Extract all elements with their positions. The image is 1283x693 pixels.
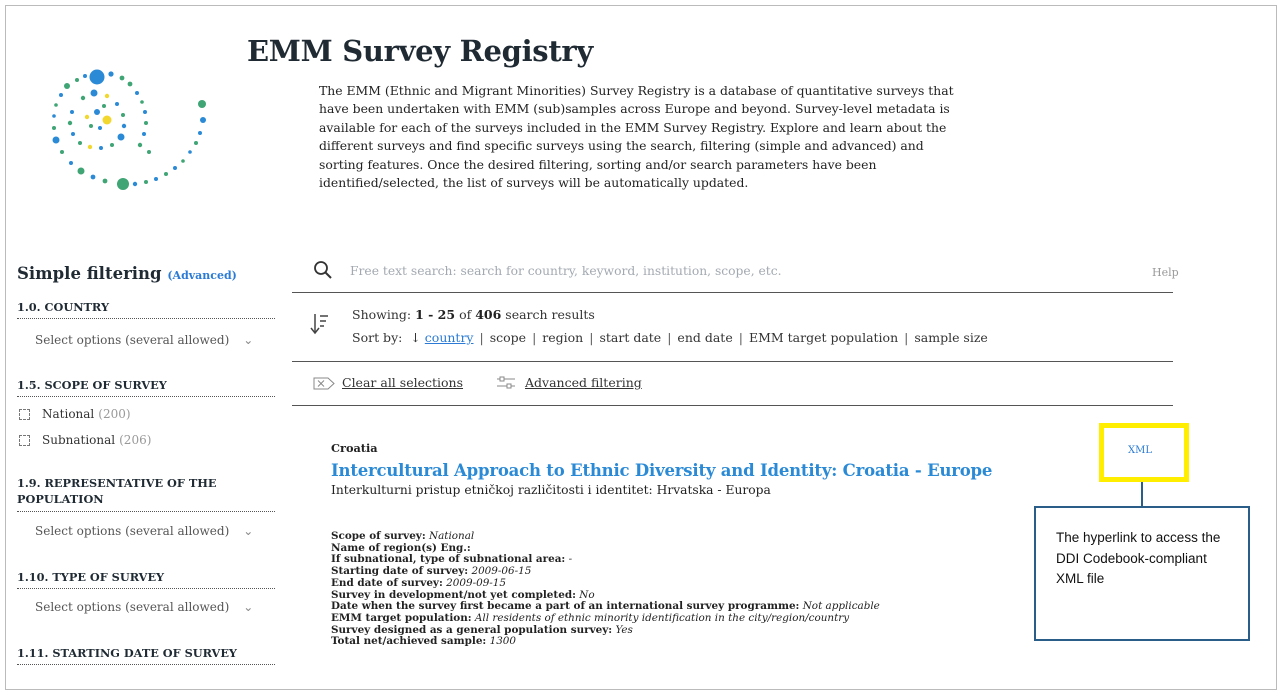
result-metadata: Scope of survey: National Name of region…: [331, 530, 880, 648]
showing-label: Showing:: [352, 307, 412, 322]
results-range: 1 - 25: [415, 307, 456, 322]
sort-country[interactable]: country: [425, 330, 474, 345]
sort-sample-size[interactable]: sample size: [914, 330, 988, 345]
simple-filtering-title: Simple filtering: [17, 264, 162, 283]
representative-select-label: Select options (several allowed): [35, 524, 230, 538]
results-total: 406: [475, 307, 502, 322]
sort-start-date[interactable]: start date: [599, 330, 661, 345]
filter-type: 1.10. TYPE OF SURVEY: [17, 570, 275, 589]
scope-filter-heading: 1.5. SCOPE OF SURVEY: [17, 378, 275, 397]
annotation-callout: The hyperlink to access the DDI Codebook…: [1034, 506, 1250, 641]
result-title-link[interactable]: Intercultural Approach to Ethnic Diversi…: [331, 461, 992, 480]
chevron-down-icon: ⌄: [243, 600, 254, 614]
search-icon[interactable]: [313, 260, 333, 280]
type-select[interactable]: Select options (several allowed) ⌄: [17, 600, 275, 614]
site-title: EMM Survey Registry: [247, 34, 593, 68]
sort-scope[interactable]: scope: [490, 330, 526, 345]
result-country: Croatia: [331, 441, 378, 455]
help-link[interactable]: Help: [1152, 266, 1179, 279]
scope-option-subnational[interactable]: Subnational (206): [17, 433, 275, 447]
divider: [292, 405, 1173, 406]
checkbox-icon[interactable]: [19, 408, 30, 420]
type-select-label: Select options (several allowed): [35, 600, 230, 614]
scope-option-label: Subnational: [42, 433, 116, 447]
sort-emm-target-population[interactable]: EMM target population: [749, 330, 898, 345]
emm-spiral-logo: [52, 69, 206, 190]
country-select-label: Select options (several allowed): [35, 333, 230, 347]
country-select[interactable]: Select options (several allowed) ⌄: [17, 333, 275, 347]
results-count: Showing: 1 - 25 of 406 search results: [352, 307, 595, 322]
start-date-filter-heading: 1.11. STARTING DATE OF SURVEY: [17, 646, 275, 665]
sort-end-date[interactable]: end date: [677, 330, 732, 345]
chevron-down-icon: ⌄: [243, 333, 254, 347]
chevron-down-icon: ⌄: [243, 524, 254, 538]
advanced-filtering-link[interactable]: Advanced filtering: [525, 375, 642, 390]
scope-option-national[interactable]: National (200): [17, 407, 275, 421]
scope-option-label: National: [42, 407, 95, 421]
meta-row: Total net/achieved sample: 1300: [331, 635, 517, 648]
arrow-down-icon: ↓: [410, 330, 421, 345]
filter-scope: 1.5. SCOPE OF SURVEY: [17, 378, 275, 397]
result-subtitle: Interkulturni pristup etničkoj različito…: [331, 483, 771, 497]
country-filter-heading: 1.0. COUNTRY: [17, 300, 275, 319]
representative-filter-heading: 1.9. REPRESENTATIVE OF THE POPULATION: [17, 475, 275, 512]
clear-all-selections-link[interactable]: Clear all selections: [342, 375, 463, 390]
divider: [292, 292, 1173, 293]
callout-connector: [1141, 482, 1143, 507]
sort-label: Sort by:: [352, 330, 403, 345]
xml-highlight-box: [1099, 423, 1189, 482]
scope-option-count: (200): [98, 407, 131, 421]
sort-icon: [310, 314, 328, 335]
search-input[interactable]: [350, 264, 1090, 278]
type-filter-heading: 1.10. TYPE OF SURVEY: [17, 570, 275, 589]
results-suffix: search results: [505, 307, 595, 322]
of-label: of: [459, 307, 472, 322]
sort-region[interactable]: region: [542, 330, 583, 345]
advanced-filter-link[interactable]: (Advanced): [167, 269, 237, 282]
sort-options: Sort by: ↓ country | scope | region | start da…: [352, 330, 988, 345]
intro-paragraph: The EMM (Ethnic and Migrant Minorities) …: [319, 83, 954, 191]
clear-icon[interactable]: [313, 377, 335, 390]
representative-select[interactable]: Select options (several allowed) ⌄: [17, 524, 275, 538]
filter-start-date: 1.11. STARTING DATE OF SURVEY: [17, 646, 275, 665]
checkbox-icon[interactable]: [19, 434, 30, 446]
scope-option-count: (206): [119, 433, 152, 447]
divider: [292, 361, 1173, 362]
filter-country: 1.0. COUNTRY: [17, 300, 275, 319]
sliders-icon[interactable]: [496, 376, 516, 390]
filter-representative: 1.9. REPRESENTATIVE OF THE POPULATION: [17, 475, 275, 512]
simple-filtering-heading: Simple filtering (Advanced): [17, 264, 237, 283]
